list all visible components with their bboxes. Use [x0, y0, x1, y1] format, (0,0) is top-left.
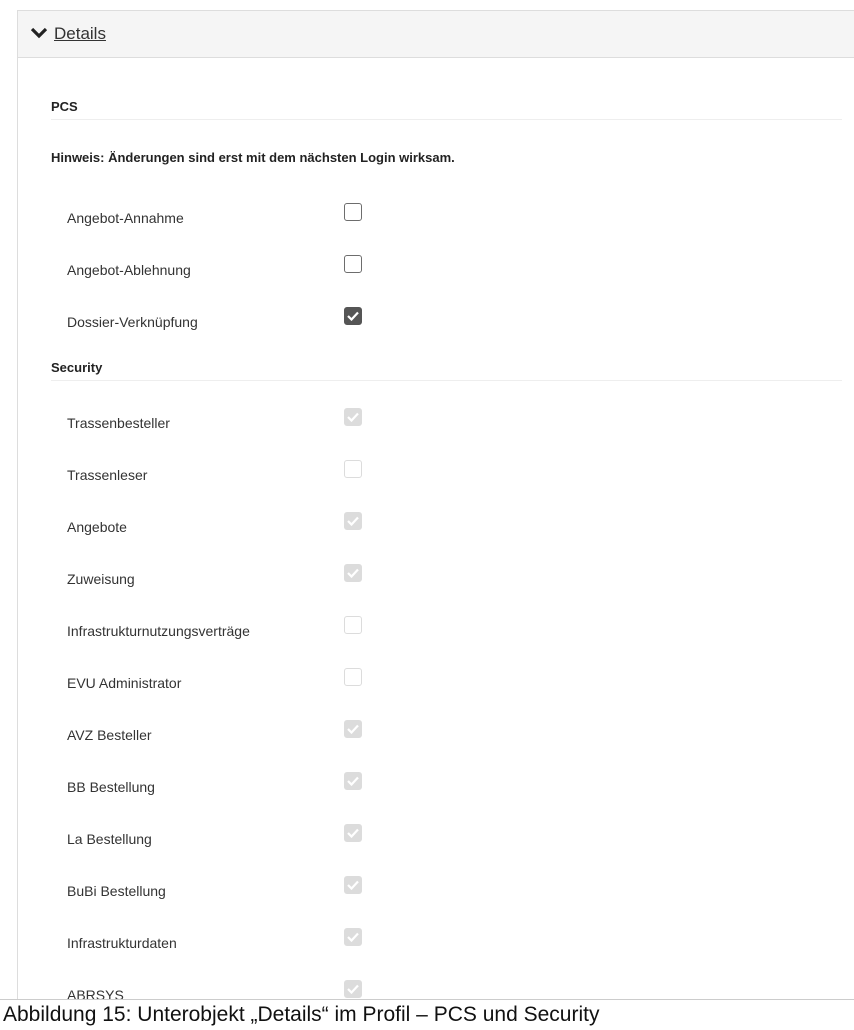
security-checkbox-infrastrukturnutzungsvertraege	[344, 616, 362, 634]
security-checkbox-infrastrukturdaten	[344, 928, 362, 946]
security-row-avz-besteller: AVZ Besteller	[18, 720, 854, 750]
pcs-row-dossier-verknuepfung: Dossier-Verknüpfung	[18, 307, 854, 337]
checkmark-icon	[347, 516, 359, 526]
security-label-angebote: Angebote	[67, 519, 127, 535]
checkmark-icon	[347, 984, 359, 994]
security-row-bubi-bestellung: BuBi Bestellung	[18, 876, 854, 906]
security-row-bb-bestellung: BB Bestellung	[18, 772, 854, 802]
security-label-bb-bestellung: BB Bestellung	[67, 779, 155, 795]
chevron-down-icon	[31, 27, 47, 39]
security-row-infrastrukturnutzungsvertraege: Infrastrukturnutzungsverträge	[18, 616, 854, 646]
details-panel-toggle[interactable]: Details	[18, 11, 854, 58]
security-checkbox-trassenleser	[344, 460, 362, 478]
security-row-zuweisung: Zuweisung	[18, 564, 854, 594]
security-section-heading: Security	[51, 360, 842, 381]
checkmark-icon	[347, 776, 359, 786]
security-label-zuweisung: Zuweisung	[67, 571, 135, 587]
pcs-hint: Hinweis: Änderungen sind erst mit dem nä…	[51, 150, 455, 165]
checkmark-icon	[347, 828, 359, 838]
security-label-trassenleser: Trassenleser	[67, 467, 148, 483]
security-checkbox-abrsys	[344, 980, 362, 998]
security-label-abrsys: ABRSYS	[67, 987, 124, 999]
security-row-angebote: Angebote	[18, 512, 854, 542]
checkmark-icon	[347, 311, 359, 321]
security-checkbox-trassenbesteller	[344, 408, 362, 426]
security-label-evu-administrator: EVU Administrator	[67, 675, 182, 691]
security-label-avz-besteller: AVZ Besteller	[67, 727, 152, 743]
checkmark-icon	[347, 932, 359, 942]
details-panel: Details PCS Hinweis: Änderungen sind ers…	[17, 10, 854, 999]
security-row-abrsys: ABRSYS	[18, 980, 854, 999]
security-label-bubi-bestellung: BuBi Bestellung	[67, 883, 166, 899]
security-label-trassenbesteller: Trassenbesteller	[67, 415, 170, 431]
security-checkbox-angebote	[344, 512, 362, 530]
pcs-label-dossier-verknuepfung: Dossier-Verknüpfung	[67, 314, 198, 330]
security-checkbox-zuweisung	[344, 564, 362, 582]
pcs-checkbox-dossier-verknuepfung[interactable]	[344, 307, 362, 325]
checkmark-icon	[347, 880, 359, 890]
checkmark-icon	[347, 412, 359, 422]
security-row-trassenbesteller: Trassenbesteller	[18, 408, 854, 438]
pcs-checkbox-angebot-annahme[interactable]	[344, 203, 362, 221]
figure-caption: Abbildung 15: Unterobjekt „Details“ im P…	[0, 999, 854, 1030]
security-checkbox-bubi-bestellung	[344, 876, 362, 894]
security-label-la-bestellung: La Bestellung	[67, 831, 152, 847]
pcs-label-angebot-ablehnung: Angebot-Ablehnung	[67, 262, 191, 278]
details-panel-title[interactable]: Details	[54, 24, 106, 44]
checkmark-icon	[347, 568, 359, 578]
security-checkbox-avz-besteller	[344, 720, 362, 738]
pcs-section-heading: PCS	[51, 99, 842, 120]
security-row-infrastrukturdaten: Infrastrukturdaten	[18, 928, 854, 958]
security-row-evu-administrator: EVU Administrator	[18, 668, 854, 698]
security-row-trassenleser: Trassenleser	[18, 460, 854, 490]
pcs-label-angebot-annahme: Angebot-Annahme	[67, 210, 184, 226]
security-row-la-bestellung: La Bestellung	[18, 824, 854, 854]
security-label-infrastrukturnutzungsvertraege: Infrastrukturnutzungsverträge	[67, 623, 250, 639]
checkmark-icon	[347, 724, 359, 734]
pcs-row-angebot-annahme: Angebot-Annahme	[18, 203, 854, 233]
security-label-infrastrukturdaten: Infrastrukturdaten	[67, 935, 177, 951]
security-checkbox-bb-bestellung	[344, 772, 362, 790]
pcs-checkbox-angebot-ablehnung[interactable]	[344, 255, 362, 273]
pcs-row-angebot-ablehnung: Angebot-Ablehnung	[18, 255, 854, 285]
security-checkbox-la-bestellung	[344, 824, 362, 842]
security-checkbox-evu-administrator	[344, 668, 362, 686]
